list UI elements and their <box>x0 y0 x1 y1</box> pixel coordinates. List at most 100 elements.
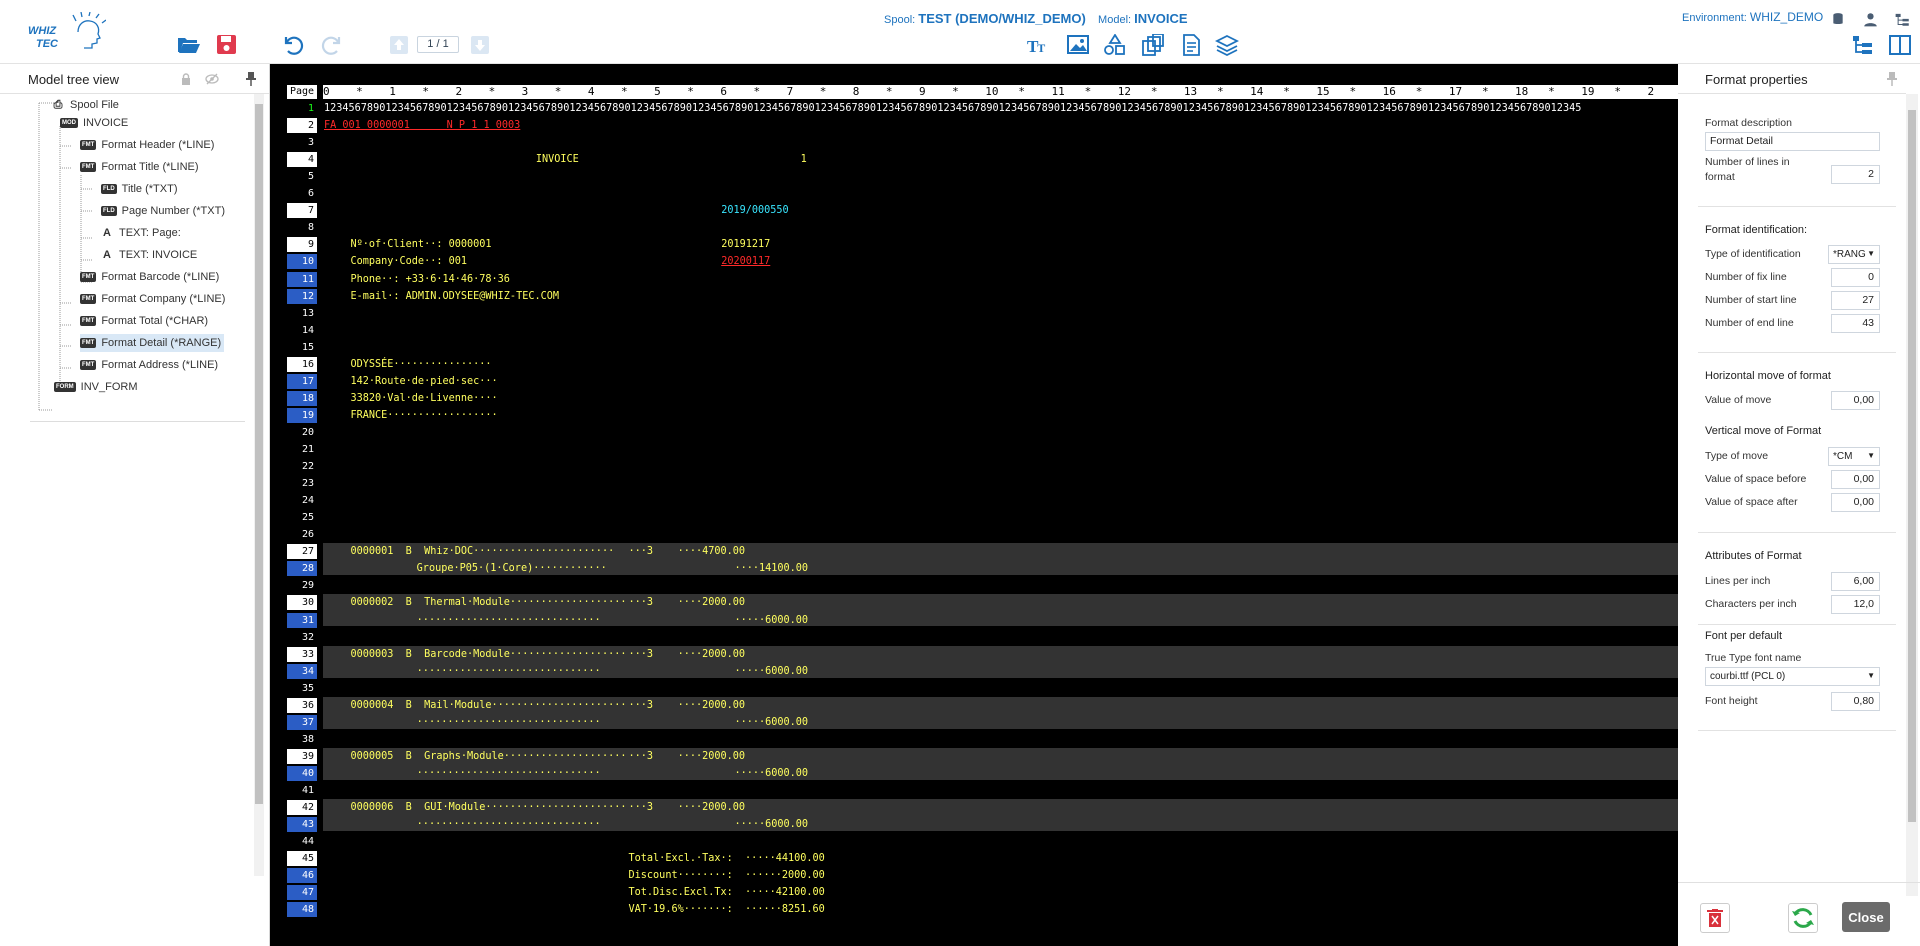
lines-per-inch-input[interactable]: 6,00 <box>1831 572 1880 591</box>
database-icon[interactable] <box>1824 6 1852 32</box>
shapes-icon[interactable] <box>1101 32 1129 58</box>
lock-icon[interactable] <box>180 73 192 88</box>
page-indicator-input[interactable]: 1 / 1 <box>417 36 459 53</box>
spool-line-text[interactable]: 142·Route·de·pied·sec··· <box>350 374 497 389</box>
start-line-input[interactable]: 27 <box>1831 291 1880 310</box>
user-icon[interactable] <box>1856 6 1884 32</box>
refresh-button[interactable] <box>1788 903 1818 933</box>
spool-line-text-secondary[interactable]: ···3 ····2000.00 <box>629 800 746 815</box>
spool-line-text[interactable]: ······························ <box>417 613 601 628</box>
end-line-input[interactable]: 43 <box>1831 314 1880 333</box>
spool-line-text[interactable]: 0000001 B Whiz·DOC······················… <box>350 544 614 559</box>
spool-line-text[interactable]: ······························ <box>417 664 601 679</box>
eye-slash-icon[interactable] <box>205 73 219 88</box>
tree-node-inv-form[interactable]: FORM INV_FORM <box>54 378 138 396</box>
spool-line-text-secondary[interactable]: ···3 ····2000.00 <box>629 749 746 764</box>
tree-node-format-header[interactable]: FMT Format Header (*LINE) <box>80 136 214 154</box>
spool-line-text-secondary[interactable]: ···3 ····2000.00 <box>629 647 746 662</box>
arrow-down-icon[interactable] <box>466 32 494 58</box>
spool-line-text-secondary[interactable]: ···3 ····2000.00 <box>629 595 746 610</box>
spool-line-text-secondary[interactable]: ·····6000.00 <box>734 766 808 781</box>
tree-view-icon[interactable] <box>1888 6 1916 32</box>
spool-line-text-secondary[interactable]: ···3 ····4700.00 <box>629 544 746 559</box>
spool-line-text-secondary[interactable]: 1 <box>801 152 807 167</box>
spool-line-text[interactable]: Phone··: +33·6·14·46·78·36 <box>350 272 509 287</box>
number-of-lines-input[interactable]: 2 <box>1831 165 1880 184</box>
spool-line-text[interactable]: 0000002 B Thermal·Module················… <box>350 595 626 610</box>
close-button[interactable]: Close <box>1842 902 1890 932</box>
spool-line-text-secondary[interactable]: 20200117 <box>721 254 770 269</box>
spool-line-text[interactable]: ······························ <box>417 817 601 832</box>
fix-line-input[interactable]: 0 <box>1831 268 1880 287</box>
properties-scrollbar[interactable] <box>1906 94 1918 896</box>
type-of-identification-select[interactable]: *RANG ▼ <box>1828 245 1880 264</box>
pin-icon[interactable] <box>245 72 257 89</box>
redo-icon[interactable] <box>318 32 346 58</box>
spool-line-text[interactable]: 0000004 B Mail·Module···················… <box>350 698 626 713</box>
spool-line-text[interactable]: INVOICE <box>536 152 579 167</box>
type-of-move-select[interactable]: *CM ▼ <box>1828 447 1880 466</box>
spool-line-text[interactable]: 1234567890123456789012345678901234567890… <box>324 101 1581 116</box>
spool-line-text[interactable]: 33820·Val·de·Livenne···· <box>350 391 497 406</box>
tree-node-text-page[interactable]: A TEXT: Page: <box>101 224 181 242</box>
save-icon[interactable] <box>213 32 241 58</box>
spool-line-text[interactable]: FRANCE·················· <box>350 408 497 423</box>
spool-line-text[interactable]: 2019/000550 <box>721 203 788 218</box>
spool-line-text[interactable]: 0000003 B Barcode·Module················… <box>350 647 626 662</box>
tree-node-format-title[interactable]: FMT Format Title (*LINE) <box>80 158 199 176</box>
spool-line-text[interactable]: Groupe·P05·(1·Core)············ <box>417 561 607 576</box>
spool-line-text-secondary[interactable]: ·····6000.00 <box>734 664 808 679</box>
tree-node-format-company[interactable]: FMT Format Company (*LINE) <box>80 290 225 308</box>
pin-icon[interactable] <box>1886 72 1898 89</box>
tree-node-format-total[interactable]: FMT Format Total (*CHAR) <box>80 312 208 330</box>
spool-line-text-secondary[interactable]: ·····6000.00 <box>734 817 808 832</box>
spool-line-text[interactable]: Nº·of·Client··: 0000001 <box>350 237 491 252</box>
tree-panel-toggle-icon[interactable] <box>1849 32 1877 58</box>
delete-button[interactable] <box>1700 903 1730 933</box>
spool-line-text-secondary[interactable]: 20191217 <box>721 237 770 252</box>
font-height-input[interactable]: 0,80 <box>1831 692 1880 711</box>
tree-node-spool-file[interactable]: ⎙ Spool File <box>52 96 119 114</box>
document-icon[interactable] <box>1177 32 1205 58</box>
arrow-up-icon[interactable] <box>385 32 413 58</box>
spool-editor[interactable]: Page 0 * 1 * 2 * 3 * 4 * 5 * 6 * 7 * 8 *… <box>270 64 1678 946</box>
undo-icon[interactable] <box>279 32 307 58</box>
chars-per-inch-input[interactable]: 12,0 <box>1831 595 1880 614</box>
spool-line-text[interactable]: ODYSSÉE················ <box>350 357 491 372</box>
ttf-name-select[interactable]: courbi.ttf (PCL 0) ▼ <box>1705 667 1880 686</box>
image-icon[interactable] <box>1064 32 1092 58</box>
format-description-input[interactable]: Format Detail <box>1705 132 1880 151</box>
spool-line-text[interactable]: VAT·19.6%·······: ······8251.60 <box>629 902 825 917</box>
spool-line-text-secondary[interactable]: ····14100.00 <box>734 561 808 576</box>
layers-icon[interactable] <box>1213 32 1241 58</box>
tree-node-invoice-model[interactable]: MOD INVOICE <box>60 114 128 132</box>
text-size-icon[interactable]: TT <box>1025 32 1053 58</box>
tree-scrollbar[interactable] <box>254 94 264 876</box>
space-after-input[interactable]: 0,00 <box>1831 493 1880 512</box>
tree-node-format-barcode[interactable]: FMT Format Barcode (*LINE) <box>80 268 219 286</box>
tree-node-text-invoice[interactable]: A TEXT: INVOICE <box>101 246 197 264</box>
tree-node-title-field[interactable]: FLD Title (*TXT) <box>101 180 177 198</box>
tree-node-page-number-field[interactable]: FLD Page Number (*TXT) <box>101 202 225 220</box>
spool-line-text[interactable]: E-mail·: ADMIN.ODYSEE@WHIZ-TEC.COM <box>350 289 559 304</box>
split-view-icon[interactable] <box>1886 32 1914 58</box>
spool-line-text[interactable]: FA 001 0000001 N P 1 1 0003 <box>324 118 520 133</box>
spool-line-text[interactable]: Discount········: ······2000.00 <box>629 868 825 883</box>
value-of-move-input[interactable]: 0,00 <box>1831 391 1880 410</box>
folder-open-icon[interactable] <box>175 32 203 58</box>
spool-line-text-secondary[interactable]: ···3 ····2000.00 <box>629 698 746 713</box>
spool-line-text-secondary[interactable]: ·····6000.00 <box>734 613 808 628</box>
spool-line-text[interactable]: Total·Excl.·Tax·: ·····44100.00 <box>629 851 825 866</box>
tree-node-format-detail[interactable]: FMT Format Detail (*RANGE) <box>80 334 225 352</box>
space-before-input[interactable]: 0,00 <box>1831 470 1880 489</box>
copy-icon[interactable] <box>1139 32 1167 58</box>
spool-line-text[interactable]: Company·Code··: 001 <box>350 254 467 269</box>
spool-line-text[interactable]: ······························ <box>417 715 601 730</box>
tree-node-format-address[interactable]: FMT Format Address (*LINE) <box>80 356 218 374</box>
spool-line-text[interactable]: ······························ <box>417 766 601 781</box>
spool-line-text[interactable]: Tot.Disc.Excl.Tx: ·····42100.00 <box>629 885 825 900</box>
spool-line-text-secondary[interactable]: ·····6000.00 <box>734 715 808 730</box>
line-number: 39 <box>287 748 317 764</box>
spool-line-text[interactable]: 0000005 B Graphs·Module·················… <box>350 749 626 764</box>
spool-line-text[interactable]: 0000006 B GUI·Module····················… <box>350 800 626 815</box>
